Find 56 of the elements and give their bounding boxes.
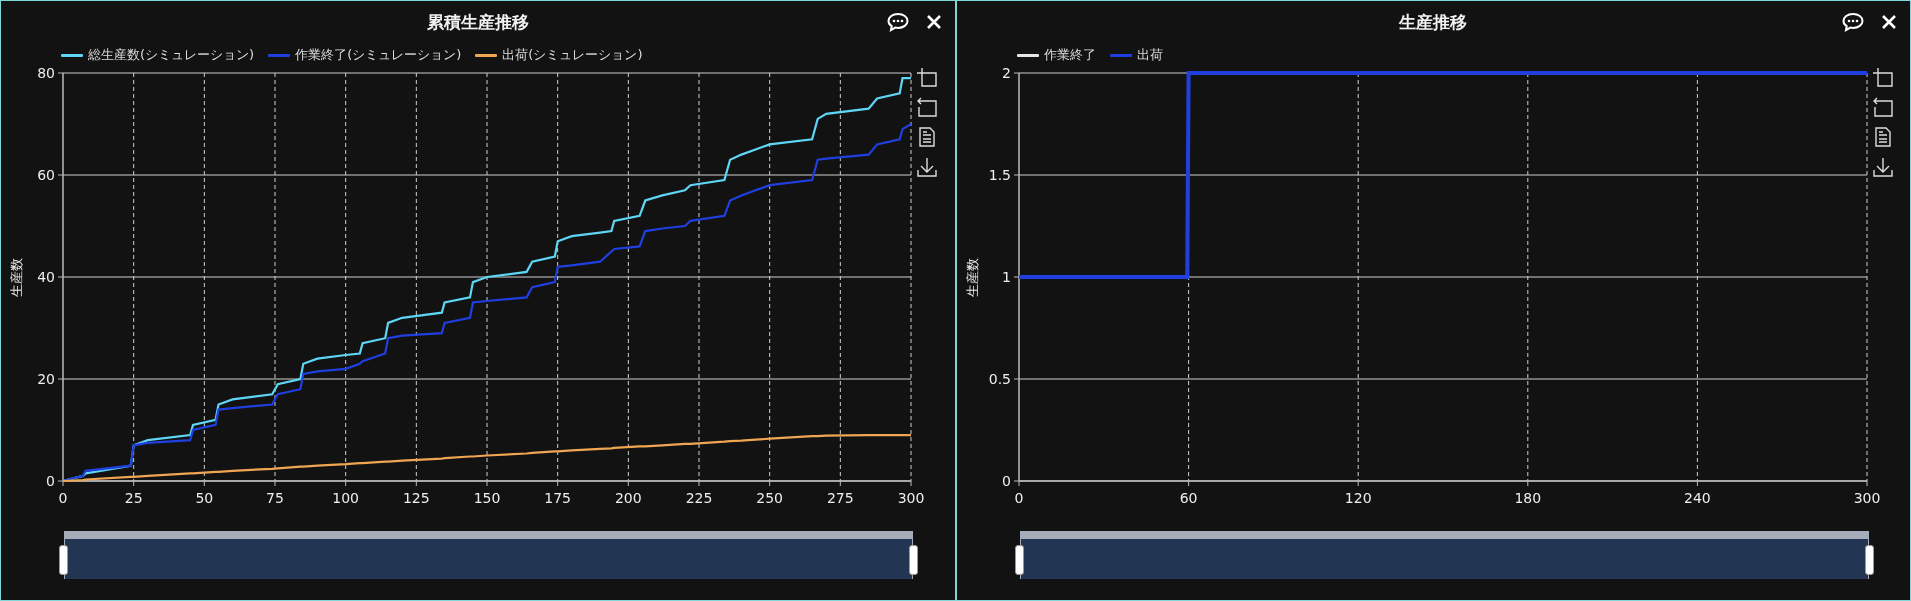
slider-handle[interactable] xyxy=(59,545,68,575)
legend-item[interactable]: 作業終了(シミュレーション) xyxy=(268,46,462,64)
x-tick-label: 125 xyxy=(402,490,430,506)
x-tick-label: 250 xyxy=(756,490,784,506)
x-tick-label: 120 xyxy=(1344,490,1372,506)
x-tick-label: 240 xyxy=(1683,490,1711,506)
y-tick-label: 80 xyxy=(37,65,55,81)
y-tick-label: 20 xyxy=(37,371,55,387)
y-tick-label: 40 xyxy=(37,269,55,285)
close-icon[interactable] xyxy=(1882,15,1896,29)
x-tick-label: 150 xyxy=(473,490,501,506)
undo-icon[interactable] xyxy=(1872,97,1893,117)
zoom-icon[interactable] xyxy=(917,67,937,87)
download-icon[interactable] xyxy=(1872,157,1893,177)
slider-handle[interactable] xyxy=(909,545,918,575)
slider-handle[interactable] xyxy=(1014,545,1024,575)
x-tick-label: 75 xyxy=(266,490,284,506)
range-slider[interactable] xyxy=(1019,531,1869,581)
comment-icon[interactable] xyxy=(886,12,909,32)
y-axis-title: 生産数 xyxy=(9,257,24,297)
undo-icon[interactable] xyxy=(917,97,937,117)
comment-icon[interactable] xyxy=(1842,12,1864,32)
x-tick-label: 175 xyxy=(544,490,572,506)
y-tick-label: 0 xyxy=(1001,473,1011,489)
download-icon[interactable] xyxy=(917,157,937,177)
x-tick-label: 60 xyxy=(1179,490,1197,506)
y-tick-label: 0.5 xyxy=(988,371,1011,387)
x-tick-label: 50 xyxy=(195,490,214,506)
range-slider[interactable] xyxy=(64,531,913,581)
y-tick-label: 1.5 xyxy=(988,167,1011,183)
x-tick-label: 0 xyxy=(1014,490,1023,506)
document-icon[interactable] xyxy=(917,127,937,147)
x-tick-label: 100 xyxy=(332,490,360,506)
chart-title: 生産推移 xyxy=(1399,10,1468,34)
legend-item[interactable]: 総生産数(シミュレーション) xyxy=(61,46,255,64)
y-axis-title: 生産数 xyxy=(964,257,980,297)
zoom-icon[interactable] xyxy=(1872,67,1893,87)
chart-title: 累積生産推移 xyxy=(426,10,529,34)
x-tick-label: 300 xyxy=(1853,490,1880,506)
x-tick-label: 0 xyxy=(58,490,68,506)
y-tick-label: 0 xyxy=(46,473,55,489)
x-tick-label: 200 xyxy=(614,490,642,506)
y-tick-label: 1 xyxy=(1001,269,1011,285)
x-tick-label: 25 xyxy=(124,490,143,506)
legend-item[interactable]: 出荷(シミュレーション) xyxy=(475,46,643,64)
x-tick-label: 300 xyxy=(897,490,925,506)
x-tick-label: 225 xyxy=(685,490,713,506)
legend-item[interactable]: 出荷 xyxy=(1109,46,1163,64)
document-icon[interactable] xyxy=(1872,127,1893,147)
slider-handle[interactable] xyxy=(1864,545,1874,575)
close-icon[interactable] xyxy=(926,15,941,29)
y-tick-label: 60 xyxy=(37,167,55,183)
y-tick-label: 2 xyxy=(1001,65,1011,81)
x-tick-label: 275 xyxy=(826,490,854,506)
legend-item[interactable]: 作業終了 xyxy=(1016,46,1096,64)
x-tick-label: 180 xyxy=(1513,490,1541,506)
